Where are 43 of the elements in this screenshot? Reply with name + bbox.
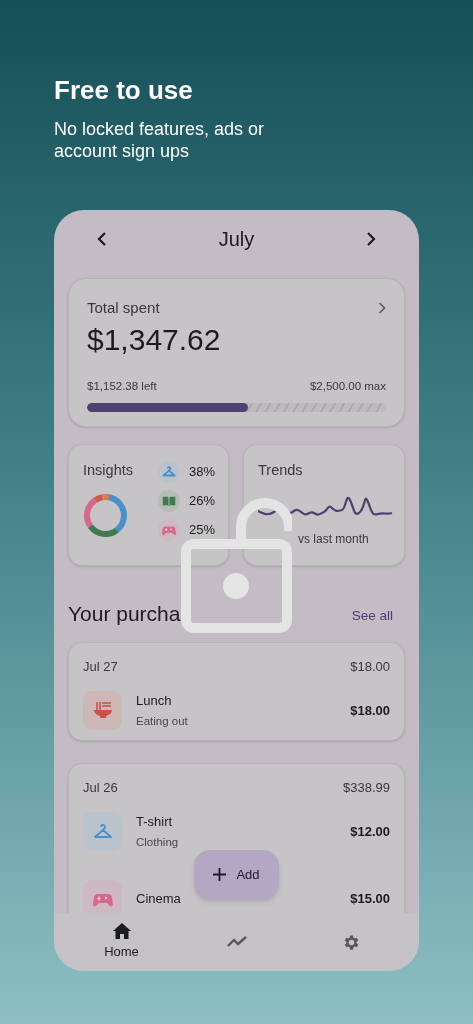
- purchase-name: Lunch: [136, 691, 173, 710]
- nav-tab[interactable]: Home: [71, 913, 172, 971]
- trends-card[interactable]: Trends vs last month: [243, 444, 405, 566]
- percent-text: 25%: [189, 521, 216, 540]
- date-text: Jul 26: [83, 779, 118, 798]
- purchase-name: Cinema: [136, 890, 182, 909]
- total-label: Total spent: [87, 298, 160, 318]
- day-total: $18.00: [350, 658, 390, 676]
- add-button[interactable]: Add: [194, 850, 279, 899]
- percent-text: 38%: [189, 463, 216, 482]
- day-total: $338.99: [343, 779, 390, 798]
- purchase-category: Eating out: [136, 714, 189, 729]
- insights-title: Insights: [83, 461, 133, 480]
- purchase-row[interactable]: T-shirt Clothing $12.00: [83, 811, 390, 852]
- purchase-row[interactable]: Lunch Eating out $18.00: [83, 690, 390, 731]
- settings-icon: [342, 932, 361, 952]
- remaining-text: $1,152.38 left: [87, 378, 157, 394]
- total-amount: $1,347.62: [87, 321, 222, 358]
- see-all-link[interactable]: See all: [351, 605, 393, 626]
- chevron-left-icon: [97, 232, 107, 246]
- purchase-category: Clothing: [136, 835, 180, 851]
- total-card[interactable]: Total spent $1,347.62 $1,152.38 left $2,500.00 max: [68, 278, 405, 427]
- date-text: Jul 27: [83, 658, 118, 676]
- max-text: $2,500.00 max: [309, 378, 386, 394]
- purchase-amount: $18.00: [350, 701, 390, 720]
- trend-line-icon: [226, 936, 247, 948]
- trends-caption: vs last month: [297, 530, 370, 548]
- section-title: Your purcha: [68, 601, 181, 627]
- purchase-amount: $12.00: [350, 822, 390, 841]
- insights-card[interactable]: Insights 38% 26% 25%: [68, 444, 229, 566]
- plus-icon: [213, 868, 227, 881]
- promo-subtitle: No locked features, ads or account sign ups: [54, 118, 266, 162]
- noodle-bowl-icon: [92, 700, 113, 721]
- percent-text: 26%: [189, 492, 216, 511]
- trends-title: Trends: [258, 461, 304, 480]
- month-title: July: [218, 227, 255, 252]
- chevron-right-icon: [378, 302, 386, 315]
- purchase-amount: $15.00: [350, 890, 390, 909]
- purchase-name: T-shirt: [136, 812, 174, 831]
- home-icon: [112, 922, 131, 939]
- promo-title: Free to use: [54, 74, 194, 106]
- chevron-right-icon: [366, 232, 376, 246]
- donut-drawing: [83, 493, 128, 538]
